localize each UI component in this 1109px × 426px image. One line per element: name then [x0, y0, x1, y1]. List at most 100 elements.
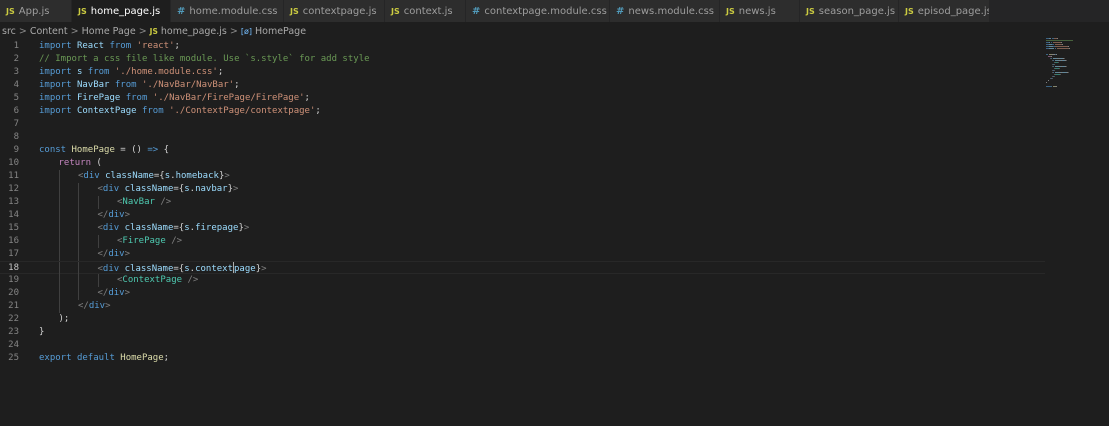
- tab-contextpage-module-css[interactable]: # contextpage.module.css: [466, 0, 610, 22]
- code-text: </div>: [98, 248, 131, 261]
- code-token: >: [124, 210, 131, 220]
- indent-guide: [58, 274, 60, 287]
- tab-news-js[interactable]: JS news.js: [720, 0, 800, 22]
- code-token: ContextPage: [122, 275, 183, 285]
- code-line[interactable]: 13 <NavBar />: [0, 196, 1045, 209]
- tab-news-module-css[interactable]: # news.module.css: [610, 0, 720, 22]
- code-text: import NavBar from './NavBar/NavBar';: [39, 79, 240, 92]
- minimap-mark: [1068, 46, 1070, 47]
- code-token: className: [105, 171, 154, 181]
- code-line[interactable]: 17 </div>: [0, 248, 1045, 261]
- code-editor[interactable]: 1 import React from 'react'; 2 // Import a …: [0, 40, 1109, 426]
- code-line[interactable]: 2 // Import a css file like module. Use `…: [0, 53, 1045, 66]
- minimap-mark: [1056, 54, 1057, 55]
- code-line[interactable]: 11 <div className={s.homeback}>: [0, 170, 1045, 183]
- code-line[interactable]: 7: [0, 118, 1045, 131]
- tab-contextpage-js[interactable]: JS contextpage.js: [284, 0, 385, 22]
- minimap-mark: [1046, 82, 1047, 83]
- line-number: 6: [13, 106, 19, 116]
- code-line[interactable]: 10 return (: [0, 157, 1045, 170]
- code-token: import: [39, 80, 72, 90]
- code-text: import FirePage from './NavBar/FirePage/…: [39, 92, 310, 105]
- code-token: NavBar: [122, 197, 155, 207]
- line-number: 11: [8, 171, 19, 181]
- minimap-mark: [1054, 64, 1056, 65]
- code-text: <ContextPage />: [117, 274, 198, 287]
- breadcrumb-separator: >: [138, 25, 147, 37]
- line-number: 20: [8, 288, 19, 298]
- code-line[interactable]: 5 import FirePage from './NavBar/FirePage…: [0, 92, 1045, 105]
- code-text: <div className={s.navbar}>: [98, 183, 239, 196]
- code-line[interactable]: 4 import NavBar from './NavBar/NavBar';: [0, 79, 1045, 92]
- minimap-mark: [1068, 48, 1070, 49]
- breadcrumb-item-file[interactable]: home_page.js: [161, 26, 227, 37]
- code-line[interactable]: 22);: [0, 313, 1045, 326]
- line-number: 14: [8, 210, 19, 220]
- code-token: ;: [217, 67, 224, 77]
- code-token: </: [78, 301, 89, 311]
- code-token: ;: [304, 93, 310, 103]
- minimap-mark: [1046, 40, 1074, 41]
- code-line[interactable]: 6 import ContextPage from './ContextPage/…: [0, 105, 1045, 118]
- tab-season-page-js[interactable]: JS season_page.js: [800, 0, 899, 22]
- code-token: import: [39, 41, 72, 51]
- code-line[interactable]: 25 export default HomePage;: [0, 352, 1045, 365]
- breadcrumb-item-symbol[interactable]: HomePage: [255, 26, 306, 37]
- code-token: page: [234, 264, 256, 274]
- code-token: ;: [234, 80, 240, 90]
- indent-guide: [58, 209, 60, 222]
- code-token: from: [109, 41, 132, 51]
- code-token: './NavBar/FirePage/FirePage': [152, 93, 305, 103]
- code-line[interactable]: 19 <ContextPage />: [0, 274, 1045, 287]
- code-line[interactable]: 15 <div className={s.firepage}>: [0, 222, 1045, 235]
- code-token: 'react': [136, 41, 175, 51]
- code-line[interactable]: 20 </div>: [0, 287, 1045, 300]
- minimap-mark: [1050, 56, 1052, 57]
- code-text: );: [59, 313, 70, 326]
- code-line[interactable]: 23}: [0, 326, 1045, 339]
- indent-guide: [58, 222, 60, 235]
- code-token: </: [97, 288, 109, 298]
- code-line[interactable]: 3 import s from './home.module.css';: [0, 66, 1045, 79]
- code-token: />: [171, 236, 183, 246]
- minimap-mark: [1056, 48, 1069, 49]
- tab-app-js[interactable]: JS App.js: [0, 0, 72, 22]
- code-token: >: [261, 264, 267, 274]
- indent-guide: [58, 183, 60, 196]
- code-token: from: [125, 93, 148, 103]
- breadcrumb-item-home-page[interactable]: Home Page: [82, 26, 136, 37]
- code-text: import React from 'react';: [39, 40, 180, 53]
- breadcrumb-item-src[interactable]: src: [2, 26, 16, 37]
- breadcrumb-item-content[interactable]: Content: [30, 26, 68, 37]
- code-line[interactable]: 8: [0, 131, 1045, 144]
- code-token: (: [91, 158, 102, 168]
- code-line[interactable]: 12 <div className={s.navbar}>: [0, 183, 1045, 196]
- tab-context-js[interactable]: JS context.js: [385, 0, 466, 22]
- code-line[interactable]: 1 import React from 'react';: [0, 40, 1045, 53]
- tab-label: home.module.css: [189, 5, 278, 17]
- code-line[interactable]: 9 const HomePage = () => {: [0, 144, 1045, 157]
- tab-home-module-css[interactable]: # home.module.css: [171, 0, 284, 22]
- code-token: navbar: [195, 184, 228, 194]
- line-number: 4: [13, 80, 19, 90]
- code-token: return: [58, 158, 92, 168]
- code-line[interactable]: 16 <FirePage />: [0, 235, 1045, 248]
- code-line[interactable]: 14 </div>: [0, 209, 1045, 222]
- line-number: 22: [8, 314, 19, 324]
- code-token: from: [114, 80, 137, 90]
- code-token: </: [97, 249, 109, 259]
- tab-home-page-js[interactable]: JShome_page.js×: [72, 0, 171, 22]
- code-token: className: [124, 223, 174, 233]
- code-text: import s from './home.module.css';: [39, 66, 223, 79]
- js-file-icon: JS: [290, 6, 299, 16]
- code-text: </div>: [98, 209, 131, 222]
- minimap-mark: [1055, 46, 1069, 47]
- minimap[interactable]: [1046, 38, 1106, 118]
- code-line[interactable]: 21 </div>: [0, 300, 1045, 313]
- code-line[interactable]: 24: [0, 339, 1045, 352]
- code-text: <div className={s.firepage}>: [98, 222, 250, 235]
- code-token: HomePage: [71, 145, 115, 155]
- indent-guide: [78, 222, 79, 235]
- code-line[interactable]: 18 <div className={s.contextpage}>: [0, 261, 1045, 275]
- tab-episod-page-js[interactable]: JS episod_page.js: [899, 0, 990, 22]
